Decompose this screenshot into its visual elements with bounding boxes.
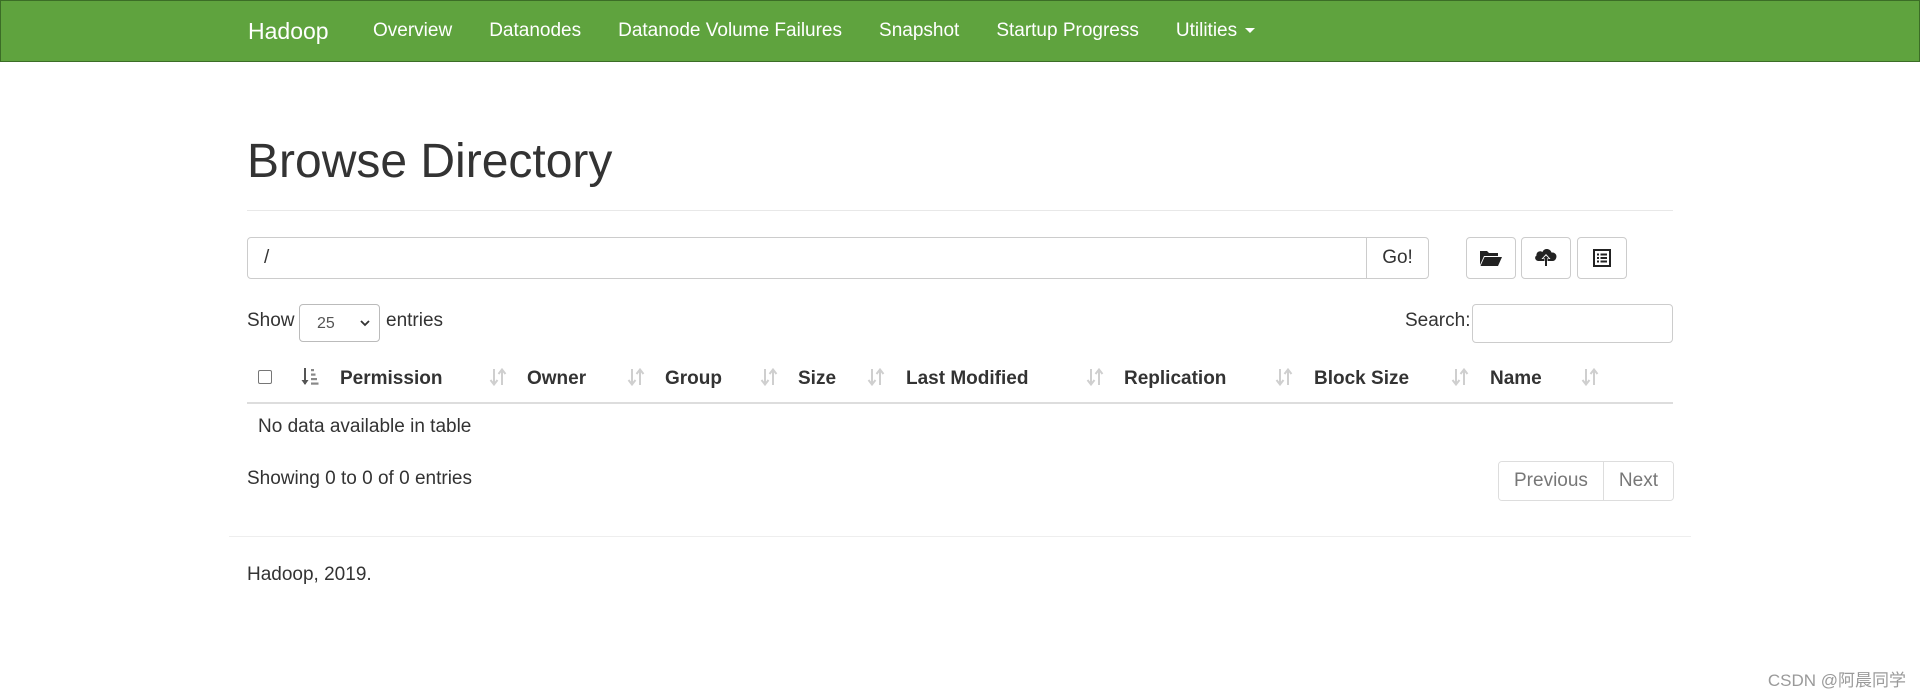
sort-icon[interactable] [489,366,507,388]
nav-item-utilities-label: Utilities [1175,20,1238,41]
sort-icon[interactable] [1451,366,1469,388]
sort-icon[interactable] [1086,366,1104,388]
nav-item-datanode-volume-failures[interactable]: Datanode Volume Failures [618,1,842,61]
sort-icon[interactable] [760,366,778,388]
footer-text: Hadoop, 2019. [247,564,372,585]
nav-item-startup-progress[interactable]: Startup Progress [996,1,1139,61]
table-search-input[interactable] [1472,304,1673,343]
column-header-size[interactable]: Size [798,368,836,390]
show-label: Show [247,310,295,331]
table-info: Showing 0 to 0 of 0 entries [247,468,472,489]
column-header-group[interactable]: Group [665,368,722,390]
brand-link[interactable]: Hadoop [248,1,329,61]
column-header-block-size[interactable]: Block Size [1314,368,1409,390]
nav-menu: Overview Datanodes Datanode Volume Failu… [373,1,1292,61]
column-header-owner[interactable]: Owner [527,368,586,390]
create-directory-button[interactable] [1466,237,1516,279]
footer-divider [229,536,1691,537]
next-page-button[interactable]: Next [1602,462,1673,500]
pagination: Previous Next [1498,461,1674,501]
column-header-name[interactable]: Name [1490,368,1542,390]
column-header-last-modified[interactable]: Last Modified [906,368,1028,390]
nav-item-overview[interactable]: Overview [373,1,452,61]
nav-item-snapshot[interactable]: Snapshot [879,1,959,61]
sort-icon[interactable] [1275,366,1293,388]
folder-open-icon [1480,251,1502,266]
go-button[interactable]: Go! [1366,237,1429,279]
caret-down-icon [1245,28,1256,34]
table-header: Permission Owner Group Size Last Modifie… [247,356,1673,402]
directory-path-input[interactable] [247,237,1367,279]
nav-item-utilities-dropdown[interactable]: Utilities [1175,1,1256,61]
column-header-permission[interactable]: Permission [340,368,442,390]
nav-item-datanodes[interactable]: Datanodes [489,1,581,61]
sort-icon[interactable] [867,366,885,388]
empty-table-message: No data available in table [258,416,472,437]
watermark: CSDN @阿晨同学 [1767,671,1906,690]
title-divider [247,210,1673,211]
sort-icon[interactable] [627,366,645,388]
page-length-value: 25 [317,315,335,332]
entries-label: entries [386,310,444,331]
column-header-replication[interactable]: Replication [1124,368,1226,390]
upload-files-button[interactable] [1521,237,1571,279]
previous-page-button[interactable]: Previous [1499,462,1603,500]
sort-icon[interactable] [1581,366,1599,388]
top-navbar: Hadoop Overview Datanodes Datanode Volum… [0,0,1920,62]
page-title: Browse Directory [247,135,613,188]
list-alt-icon [1593,249,1611,267]
select-all-checkbox[interactable] [258,370,272,384]
sort-ascending-icon[interactable] [301,366,319,388]
search-label: Search: [1405,310,1471,331]
cloud-upload-icon [1535,249,1557,267]
chevron-down-icon [360,320,370,327]
cut-paste-button[interactable] [1577,237,1627,279]
page-length-select[interactable]: 25 [299,304,380,342]
table-header-divider [247,402,1673,404]
